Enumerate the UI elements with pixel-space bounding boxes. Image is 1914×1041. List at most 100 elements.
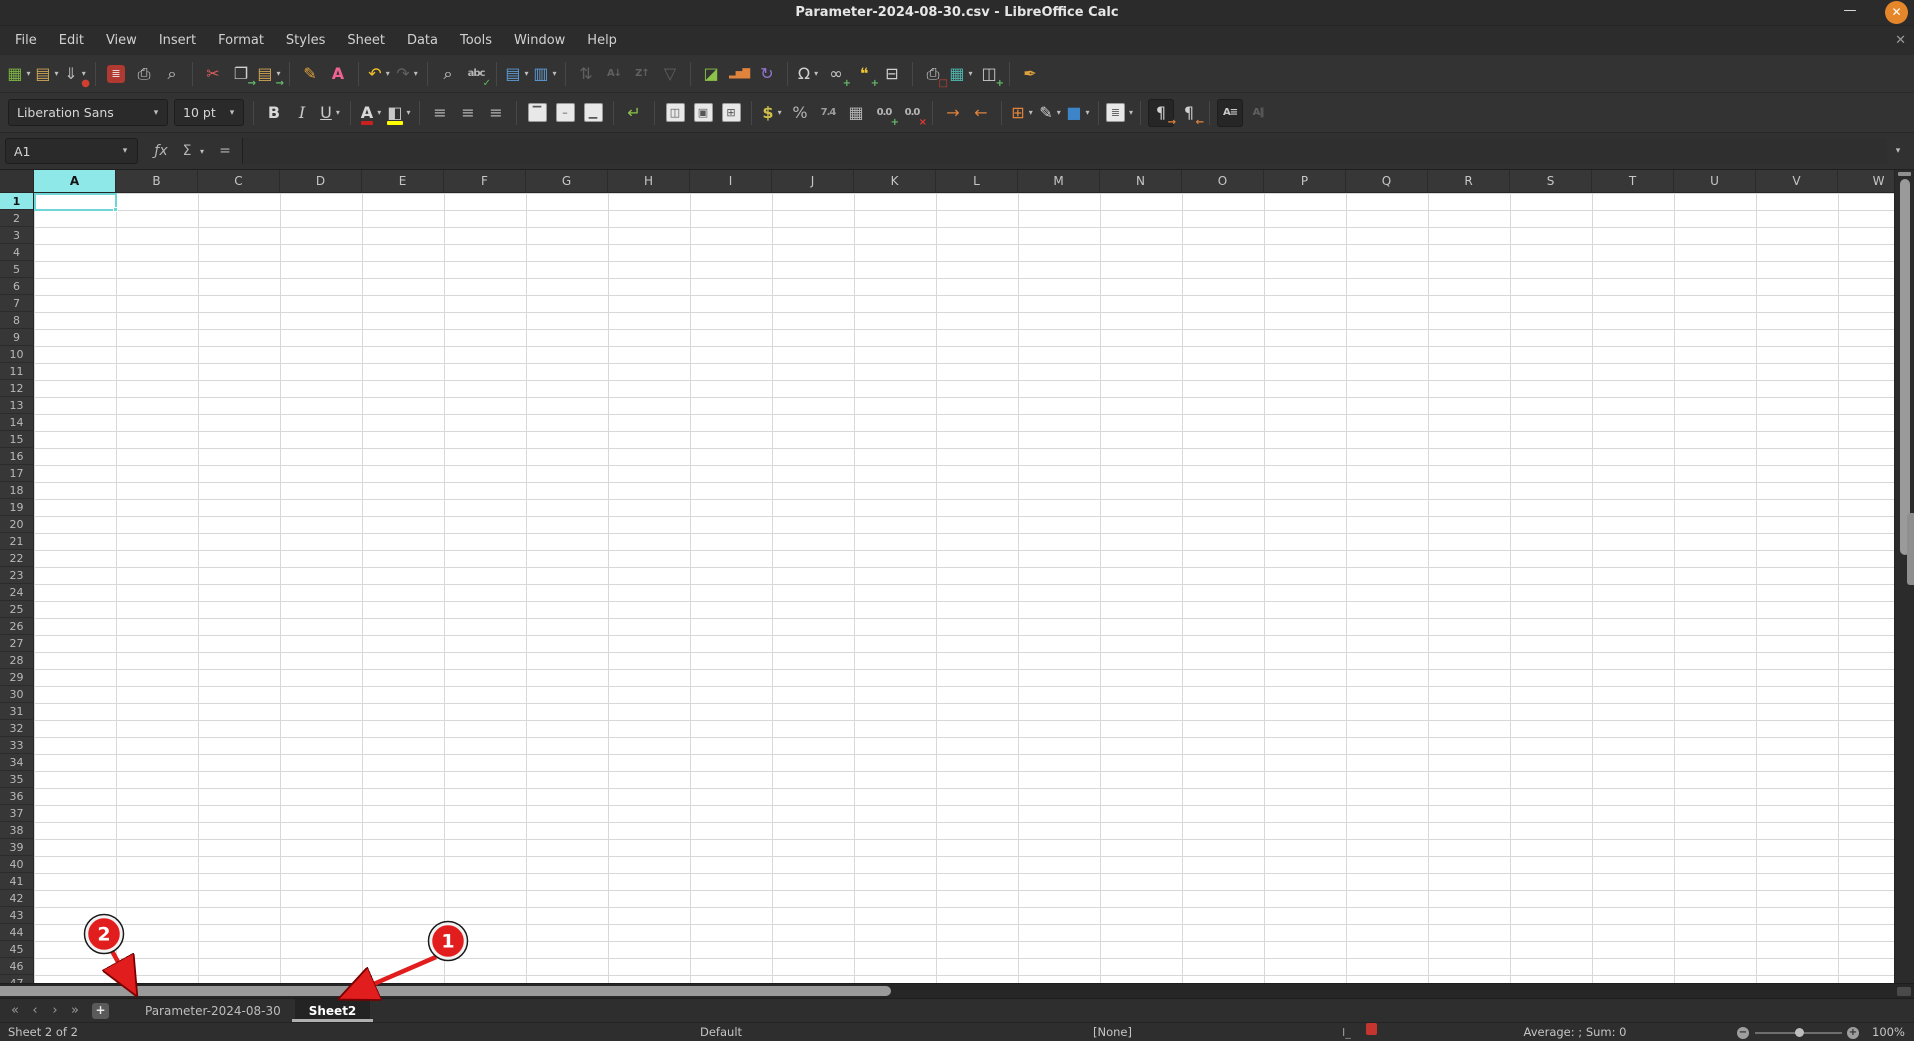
row-header-12[interactable]: 12: [0, 380, 34, 397]
border-color-button-dropdown-icon[interactable]: ▾: [1086, 108, 1090, 117]
open-button[interactable]: ▤ ▾: [34, 60, 60, 88]
column-header-n[interactable]: N: [1100, 170, 1182, 193]
font-name-combo[interactable]: Liberation Sans ▾: [8, 99, 168, 126]
add-decimal-button[interactable]: 0.0 +: [871, 99, 899, 127]
column-header-p[interactable]: P: [1264, 170, 1346, 193]
border-style-button-dropdown-icon[interactable]: ▾: [1057, 108, 1061, 117]
save-button-dropdown-icon[interactable]: ▾: [82, 69, 86, 78]
cut-button[interactable]: ✂: [200, 60, 226, 88]
zoom-in-button[interactable]: +: [1847, 1026, 1859, 1039]
split-handle[interactable]: [1898, 172, 1911, 176]
spreadsheet-grid[interactable]: 1 2 3 4 5 6 7 8 9 10 11 12 13 14 15 16 17 18 19 20 21 22 23 24 2…: [0, 170, 1894, 983]
horizontal-scrollbar[interactable]: [0, 983, 1914, 998]
column-header-o[interactable]: O: [1182, 170, 1264, 193]
highlighting-color-button-dropdown-icon[interactable]: ▾: [407, 108, 411, 117]
menu-data[interactable]: Data: [396, 29, 449, 52]
horizontal-scrollbar-thumb[interactable]: [0, 986, 891, 996]
row-header-13[interactable]: 13: [0, 397, 34, 414]
row-header-36[interactable]: 36: [0, 788, 34, 805]
column-header-a[interactable]: A: [34, 170, 116, 193]
new-document-button[interactable]: ▦ ▾: [6, 60, 32, 88]
row-header-28[interactable]: 28: [0, 652, 34, 669]
export-pdf-button[interactable]: ≣: [103, 60, 129, 88]
insert-pivot-table-button[interactable]: ↻: [754, 60, 780, 88]
row-header-29[interactable]: 29: [0, 669, 34, 686]
split-window-button[interactable]: ◫ +: [976, 60, 1004, 88]
menu-insert[interactable]: Insert: [148, 29, 207, 52]
clone-formatting-button[interactable]: ✎: [297, 60, 323, 88]
vertical-scrollbar-thumb[interactable]: [1900, 179, 1910, 555]
row-header-47[interactable]: 47: [0, 975, 34, 983]
border-style-button[interactable]: ✎ ▾: [1037, 99, 1063, 127]
row-header-16[interactable]: 16: [0, 448, 34, 465]
formula-icon[interactable]: =: [212, 143, 238, 159]
row-header-34[interactable]: 34: [0, 754, 34, 771]
font-color-button-dropdown-icon[interactable]: ▾: [377, 108, 381, 117]
currency-button[interactable]: $ ▾: [759, 99, 785, 127]
menu-help[interactable]: Help: [576, 29, 628, 52]
show-draw-functions-button[interactable]: ✒: [1017, 60, 1043, 88]
column-header-s[interactable]: S: [1510, 170, 1592, 193]
row-header-32[interactable]: 32: [0, 720, 34, 737]
conditional-formatting-button[interactable]: ≣ ▾: [1106, 99, 1133, 127]
row-header-17[interactable]: 17: [0, 465, 34, 482]
row-header-19[interactable]: 19: [0, 499, 34, 516]
row-header-8[interactable]: 8: [0, 312, 34, 329]
menu-sheet[interactable]: Sheet: [336, 29, 396, 52]
font-color-button[interactable]: A ▾: [358, 99, 384, 127]
row-header-25[interactable]: 25: [0, 601, 34, 618]
column-header-w[interactable]: W: [1838, 170, 1894, 193]
insert-special-character-button-dropdown-icon[interactable]: ▾: [814, 69, 818, 78]
unsaved-changes-icon[interactable]: [1366, 1023, 1377, 1035]
number-format-button[interactable]: 7.4: [815, 99, 841, 127]
first-sheet-button[interactable]: «: [6, 1003, 24, 1018]
column-header-i[interactable]: I: [690, 170, 772, 193]
column-header-u[interactable]: U: [1674, 170, 1756, 193]
right-to-left-button[interactable]: ¶ ←: [1176, 99, 1204, 127]
column-header-g[interactable]: G: [526, 170, 608, 193]
align-right-button[interactable]: ≡: [483, 99, 509, 127]
insert-special-character-button[interactable]: Ω ▾: [795, 60, 821, 88]
wrap-text-button[interactable]: ↵: [621, 99, 647, 127]
insert-column-button-dropdown-icon[interactable]: ▾: [553, 69, 557, 78]
selection-mode[interactable]: [None]: [1093, 1023, 1132, 1041]
unmerge-cells-button[interactable]: ⊞: [718, 99, 744, 127]
row-header-14[interactable]: 14: [0, 414, 34, 431]
row-header-4[interactable]: 4: [0, 244, 34, 261]
fill-handle[interactable]: [113, 207, 118, 212]
autosum-icon[interactable]: Σ: [174, 143, 200, 159]
row-header-23[interactable]: 23: [0, 567, 34, 584]
row-header-31[interactable]: 31: [0, 703, 34, 720]
row-header-42[interactable]: 42: [0, 890, 34, 907]
row-header-37[interactable]: 37: [0, 805, 34, 822]
cell-reference[interactable]: A1: [6, 144, 113, 159]
function-wizard-icon[interactable]: ƒx: [148, 143, 174, 159]
selected-cell-a1[interactable]: [34, 193, 118, 212]
zoom-out-button[interactable]: −: [1737, 1026, 1749, 1039]
sheet-tab-sheet2[interactable]: Sheet2: [291, 999, 373, 1022]
align-top-button[interactable]: ▔: [524, 99, 550, 127]
row-header-24[interactable]: 24: [0, 584, 34, 601]
column-header-v[interactable]: V: [1756, 170, 1838, 193]
row-header-7[interactable]: 7: [0, 295, 34, 312]
find-replace-button[interactable]: ⌕: [435, 60, 461, 88]
print-area-button[interactable]: ⎙ □: [920, 60, 948, 88]
last-sheet-button[interactable]: »: [66, 1003, 84, 1018]
paste-button[interactable]: ▤ → ▾: [256, 60, 284, 88]
highlighting-color-button[interactable]: ◧ ▾: [386, 99, 412, 127]
row-header-2[interactable]: 2: [0, 210, 34, 227]
insert-comment-button[interactable]: ❝ +: [851, 60, 879, 88]
row-header-6[interactable]: 6: [0, 278, 34, 295]
menu-tools[interactable]: Tools: [449, 29, 503, 52]
minimize-button[interactable]: —: [1838, 2, 1862, 22]
column-header-h[interactable]: H: [608, 170, 690, 193]
center-vertically-button[interactable]: –: [552, 99, 578, 127]
row-header-1[interactable]: 1: [0, 193, 34, 210]
print-preview-button[interactable]: ⌕: [159, 60, 185, 88]
borders-button[interactable]: ⊞ ▾: [1009, 99, 1035, 127]
expand-formula-bar-icon[interactable]: ▾: [1887, 146, 1909, 156]
row-header-27[interactable]: 27: [0, 635, 34, 652]
row-header-10[interactable]: 10: [0, 346, 34, 363]
column-header-t[interactable]: T: [1592, 170, 1674, 193]
percent-button[interactable]: %: [787, 99, 813, 127]
